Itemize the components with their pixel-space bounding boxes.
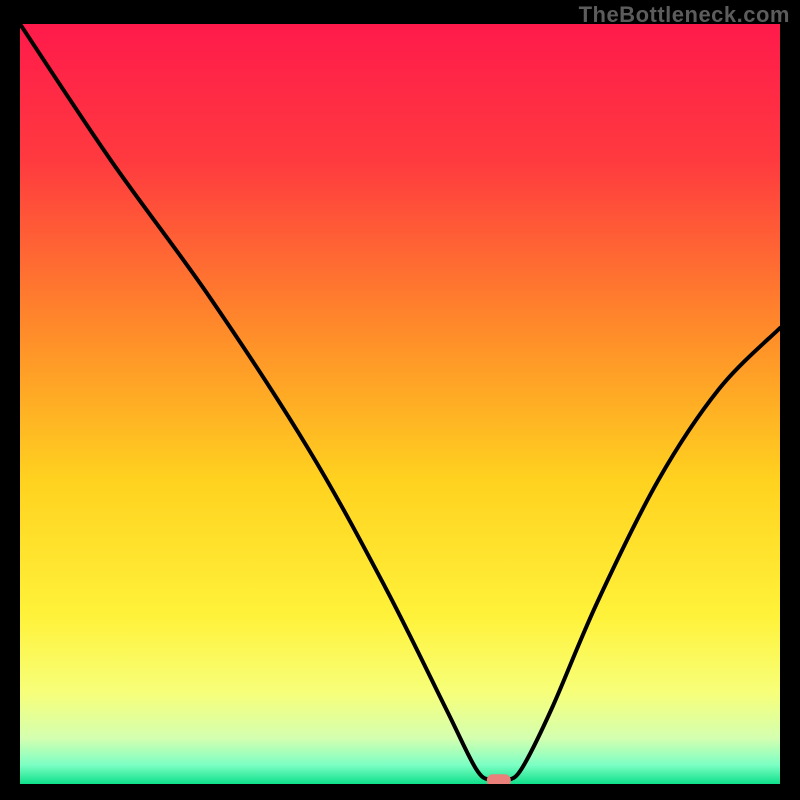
bottleneck-chart [20, 24, 780, 784]
plot-area [20, 24, 780, 784]
optimum-marker [487, 774, 511, 784]
gradient-background [20, 24, 780, 784]
chart-frame: TheBottleneck.com [0, 0, 800, 800]
watermark-text: TheBottleneck.com [579, 2, 790, 28]
